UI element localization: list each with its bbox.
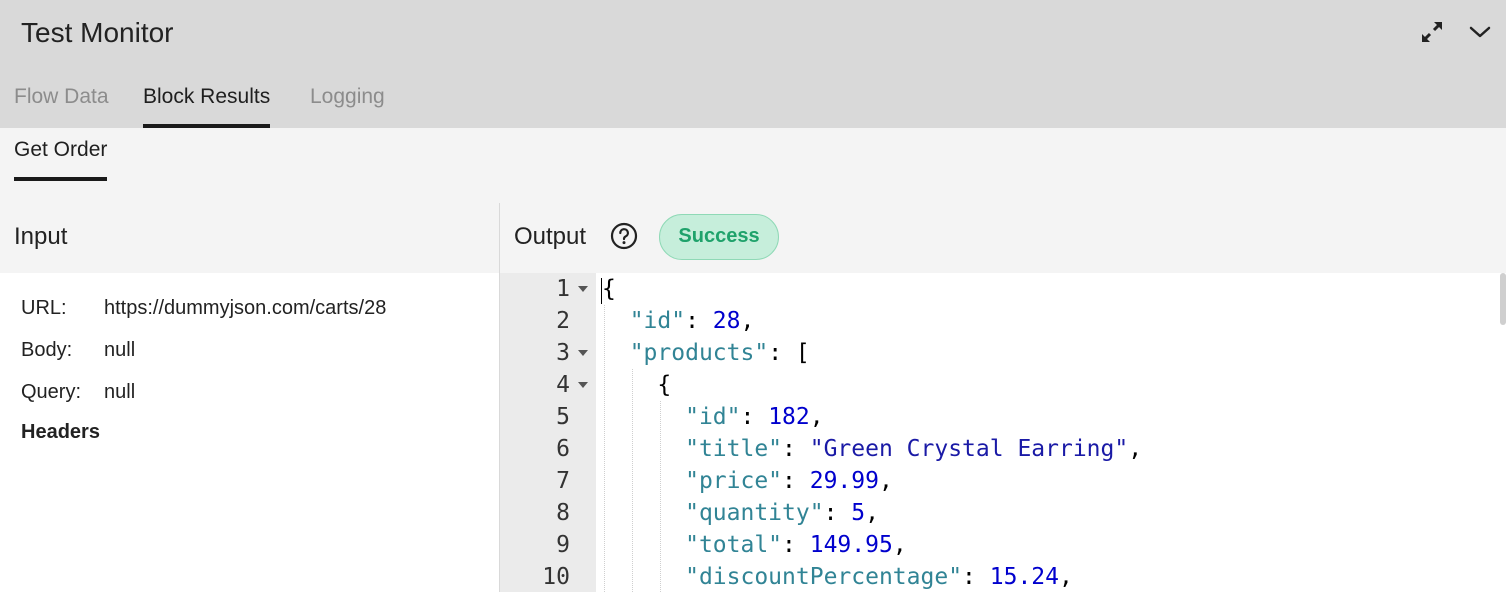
help-icon[interactable] xyxy=(610,222,638,250)
code-line: "title": "Green Crystal Earring", xyxy=(685,436,1143,462)
line-number: 1 xyxy=(556,276,570,302)
output-title: Output xyxy=(514,223,587,250)
code-line: "total": 149.95, xyxy=(685,532,907,558)
url-label: URL: xyxy=(21,297,67,319)
line-number: 2 xyxy=(556,308,570,334)
url-value: https://dummyjson.com/carts/28 xyxy=(104,297,387,319)
fold-toggle-icon[interactable] xyxy=(578,382,588,388)
line-number: 3 xyxy=(556,340,570,366)
body-row: Body: null xyxy=(21,337,135,363)
fold-toggle-icon[interactable] xyxy=(578,286,588,292)
input-panel-header: Input xyxy=(0,203,499,273)
page-title: Test Monitor xyxy=(21,17,174,48)
url-row: URL: https://dummyjson.com/carts/28 xyxy=(21,295,386,321)
line-number: 9 xyxy=(556,532,570,558)
input-title: Input xyxy=(14,223,68,250)
tab-logging[interactable]: Logging xyxy=(310,78,385,128)
query-label: Query: xyxy=(21,381,82,403)
code-line: { xyxy=(602,276,616,302)
line-number: 8 xyxy=(556,500,570,526)
input-panel: URL: https://dummyjson.com/carts/28 Body… xyxy=(0,273,499,592)
line-number: 10 xyxy=(542,564,570,590)
code-line: "id": 28, xyxy=(629,308,755,334)
line-number: 7 xyxy=(556,468,570,494)
line-number: 4 xyxy=(556,372,570,398)
status-badge: Success xyxy=(659,214,779,260)
tab-flow-data[interactable]: Flow Data xyxy=(14,78,109,128)
monitor-header: Test Monitor Flow Data Block Results Log… xyxy=(0,0,1506,128)
code-line: "id": 182, xyxy=(685,404,824,430)
output-panel-header: Output Success xyxy=(500,203,1506,273)
body-value: null xyxy=(104,339,136,361)
code-line: "price": 29.99, xyxy=(685,468,893,494)
json-editor[interactable]: 1 2 3 4 5 6 7 8 9 10 { "id": 28, "produc… xyxy=(500,273,1506,592)
expand-icon[interactable] xyxy=(1418,18,1446,46)
body-label: Body: xyxy=(21,339,73,361)
line-number: 5 xyxy=(556,404,570,430)
headers-label[interactable]: Headers xyxy=(21,421,100,444)
tab-get-order[interactable]: Get Order xyxy=(14,136,108,181)
line-number: 6 xyxy=(556,436,570,462)
chevron-down-icon[interactable] xyxy=(1466,18,1494,46)
query-row: Query: null xyxy=(21,379,135,405)
tab-block-results[interactable]: Block Results xyxy=(143,78,271,128)
line-gutter: 1 2 3 4 5 6 7 8 9 10 xyxy=(500,273,596,592)
block-tabs: Get Order xyxy=(0,128,1506,203)
code-line: { xyxy=(657,372,672,398)
code-line: "quantity": 5, xyxy=(685,500,879,526)
code-line: "discountPercentage": 15.24, xyxy=(685,564,1073,590)
query-value: null xyxy=(104,381,136,403)
editor-scrollbar[interactable] xyxy=(1500,273,1506,325)
fold-toggle-icon[interactable] xyxy=(578,350,588,356)
code-line: "products": [ xyxy=(629,340,810,366)
